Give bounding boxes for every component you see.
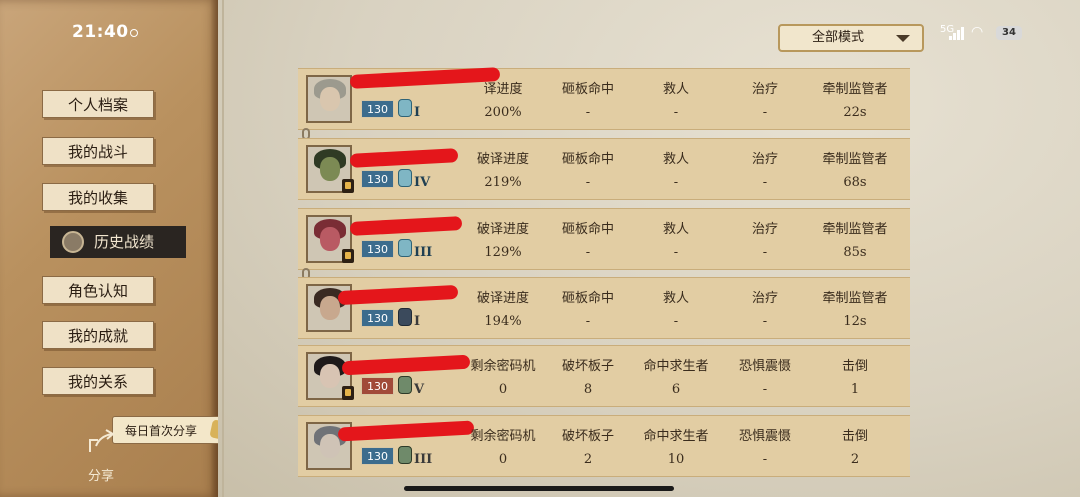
match-record-row[interactable]: 130 III 破译进度 129% 砸板命中 - 救人 - 治疗 - 牵制监管者 85s (298, 208, 910, 270)
mode-select-value: 全部模式 (812, 30, 865, 45)
level-badge: 130 (361, 377, 394, 395)
redaction-mark (337, 420, 475, 442)
battery-indicator: 34 (996, 26, 1022, 40)
rank-badge: III (398, 444, 432, 468)
history-seal-icon (62, 231, 84, 253)
lantern-icon (342, 179, 354, 193)
level-badge: 130 (361, 100, 394, 118)
sidebar-item-role-cognition[interactable]: 角色认知 (42, 276, 154, 304)
chevron-down-icon (896, 35, 910, 42)
lantern-icon (342, 386, 354, 400)
redaction-mark (349, 216, 463, 236)
home-indicator[interactable] (404, 486, 674, 491)
match-record-row[interactable]: 130 I 破译进度 194% 砸板命中 - 救人 - 治疗 - 牵制监管者 12s (298, 277, 910, 339)
match-record-row[interactable]: 130 V 剩余密码机 0 破坏板子 8 命中求生者 6 恐惧震慑 - 击倒 1 (298, 345, 910, 407)
share-label: 分享 (88, 469, 115, 484)
level-badge: 130 (361, 170, 394, 188)
sidebar-item-label: 历史战绩 (94, 233, 155, 251)
rank-badge: I (398, 306, 430, 330)
rank-emblem-icon (398, 99, 412, 117)
match-record-row[interactable]: 130 IV 破译进度 219% 砸板命中 - 救人 - 治疗 - 牵制监管者 68s (298, 138, 910, 200)
sidebar-item-my-battles[interactable]: 我的战斗 (42, 137, 154, 165)
daily-share-text: 每日首次分享 (125, 424, 198, 438)
level-badge: 130 (361, 240, 394, 258)
rank-emblem-icon (398, 376, 412, 394)
share-icon[interactable] (86, 428, 116, 456)
sidebar-item-history-active[interactable]: 历史战绩 (50, 226, 186, 258)
rank-badge: V (398, 374, 430, 398)
rank-emblem-icon (398, 169, 412, 187)
mode-select[interactable]: 全部模式 (778, 24, 924, 52)
level-badge: 130 (361, 447, 394, 465)
rank-badge: I (398, 97, 430, 121)
sidebar-item-profile[interactable]: 个人档案 (42, 90, 154, 118)
wifi-icon: ◠ (971, 24, 984, 40)
sidebar-item-relationships[interactable]: 我的关系 (42, 367, 154, 395)
character-portrait (306, 75, 352, 123)
rank-badge: III (398, 237, 432, 261)
rank-emblem-icon (398, 239, 412, 257)
rank-badge: IV (398, 167, 430, 191)
match-record-row[interactable]: 130 III 剩余密码机 0 破坏板子 2 命中求生者 10 恐惧震慑 - 击倒 2 (298, 415, 910, 477)
rank-emblem-icon (398, 308, 412, 326)
redaction-mark (349, 148, 459, 168)
rank-emblem-icon (398, 446, 412, 464)
lantern-icon (342, 249, 354, 263)
level-badge: 130 (361, 309, 394, 327)
sidebar-item-my-collection[interactable]: 我的收集 (42, 183, 154, 211)
redaction-mark (341, 354, 471, 376)
status-time: 21:40 (72, 22, 129, 42)
redaction-mark (337, 284, 459, 306)
match-record-row[interactable]: 130 I 译进度 200% 砸板命中 - 救人 - 治疗 - 牵制监管者 22s (298, 67, 910, 130)
sidebar-item-achievements[interactable]: 我的成就 (42, 321, 154, 349)
alarm-icon (130, 29, 138, 37)
signal-icon (949, 26, 965, 40)
